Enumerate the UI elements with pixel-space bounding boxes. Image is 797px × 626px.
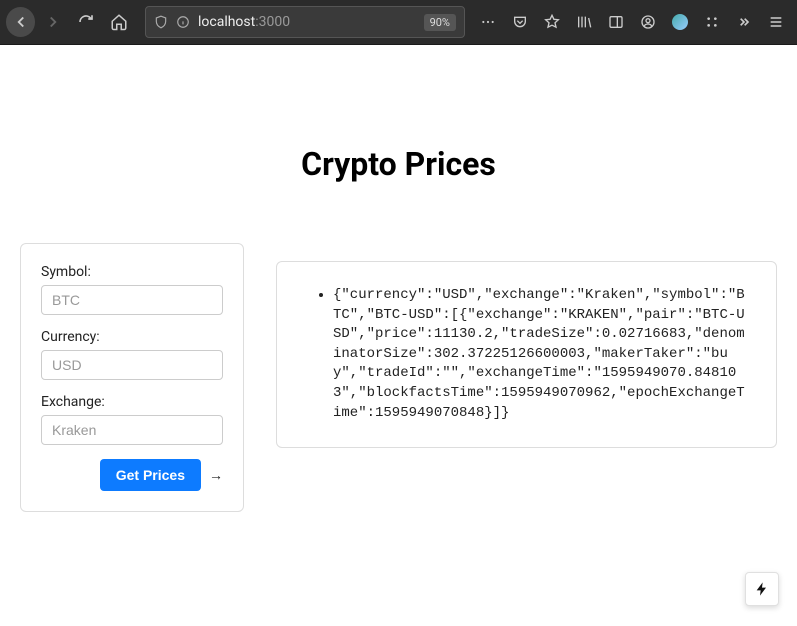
zoom-badge[interactable]: 90% — [424, 14, 456, 31]
exchange-input[interactable] — [41, 415, 223, 445]
overflow-icon[interactable] — [729, 7, 759, 37]
form-card: Symbol: Currency: Exchange: Get Prices → — [20, 243, 244, 512]
symbol-input[interactable] — [41, 285, 223, 315]
result-json: {"currency":"USD","exchange":"Kraken","s… — [333, 286, 752, 423]
back-button[interactable] — [6, 7, 35, 37]
url-text: localhost:3000 — [198, 14, 416, 30]
result-card: {"currency":"USD","exchange":"Kraken","s… — [276, 261, 777, 448]
shield-icon — [154, 15, 168, 29]
content-row: Symbol: Currency: Exchange: Get Prices →… — [20, 243, 777, 512]
lightning-fab[interactable] — [745, 572, 779, 606]
hamburger-menu-icon[interactable] — [761, 7, 791, 37]
exchange-label: Exchange: — [41, 394, 223, 410]
get-prices-button[interactable]: Get Prices — [100, 459, 201, 491]
symbol-label: Symbol: — [41, 264, 223, 280]
extension-avatar-icon[interactable] — [665, 7, 695, 37]
toolbar-right — [473, 7, 791, 37]
ellipsis-icon[interactable] — [473, 7, 503, 37]
arrow-icon: → — [209, 467, 223, 484]
browser-toolbar: localhost:3000 90% — [0, 0, 797, 45]
page-content: Crypto Prices Symbol: Currency: Exchange… — [0, 45, 797, 552]
extension2-icon[interactable] — [697, 7, 727, 37]
sidebar-icon[interactable] — [601, 7, 631, 37]
home-button[interactable] — [104, 6, 135, 38]
info-icon[interactable] — [176, 15, 190, 29]
account-icon[interactable] — [633, 7, 663, 37]
currency-label: Currency: — [41, 329, 223, 345]
page-title: Crypto Prices — [20, 145, 777, 183]
url-host: localhost — [198, 14, 255, 30]
result-list: {"currency":"USD","exchange":"Kraken","s… — [321, 286, 752, 423]
forward-button[interactable] — [37, 6, 68, 38]
library-icon[interactable] — [569, 7, 599, 37]
reload-button[interactable] — [71, 6, 102, 38]
url-bar[interactable]: localhost:3000 90% — [145, 6, 465, 38]
pocket-icon[interactable] — [505, 7, 535, 37]
currency-input[interactable] — [41, 350, 223, 380]
bookmark-star-icon[interactable] — [537, 7, 567, 37]
url-port: :3000 — [255, 14, 290, 30]
